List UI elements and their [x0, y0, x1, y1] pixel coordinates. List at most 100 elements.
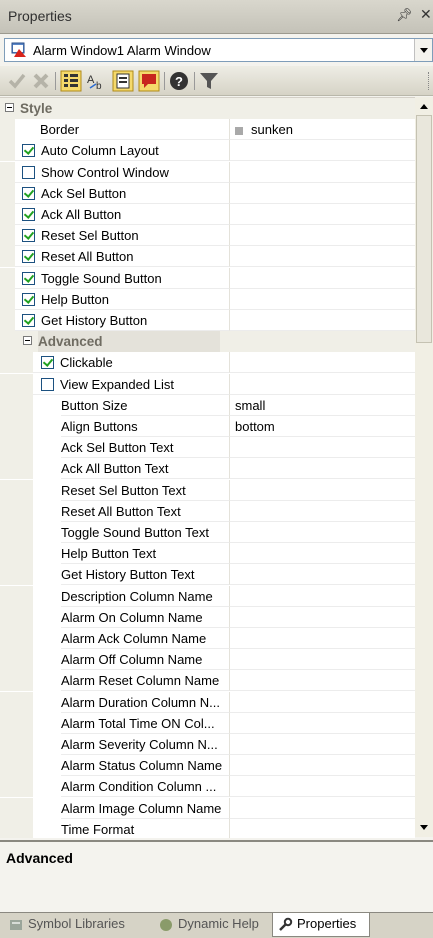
- grid-gutter: [0, 522, 15, 543]
- collapse-icon[interactable]: [5, 103, 14, 112]
- color-swatch: [235, 126, 243, 135]
- wrench-icon: [279, 917, 293, 931]
- property-checkbox[interactable]: [22, 314, 35, 327]
- object-selector[interactable]: Alarm Window1 Alarm Window: [4, 38, 433, 62]
- property-checkbox[interactable]: [22, 144, 35, 158]
- property-value[interactable]: [229, 310, 415, 331]
- property-value[interactable]: [229, 712, 415, 734]
- events-icon[interactable]: [138, 70, 160, 92]
- property-checkbox[interactable]: [22, 271, 35, 285]
- property-row: Button Size small: [0, 394, 415, 416]
- cross-icon[interactable]: [30, 70, 52, 92]
- property-value[interactable]: bottom: [229, 416, 415, 437]
- svg-text:A: A: [87, 74, 95, 86]
- toolbar-grip: [428, 72, 431, 90]
- property-row: Help Button: [0, 288, 415, 310]
- properties-icon[interactable]: [112, 70, 134, 92]
- property-grid: Style Border sunken Auto Column Layout Show …: [0, 97, 415, 838]
- property-checkbox[interactable]: [22, 208, 35, 221]
- property-value[interactable]: [229, 500, 415, 522]
- property-value[interactable]: [229, 606, 415, 628]
- property-label: Ack Sel Button: [41, 185, 127, 201]
- property-value[interactable]: [229, 182, 415, 204]
- property-value[interactable]: [229, 437, 415, 459]
- property-value[interactable]: small: [229, 394, 415, 416]
- property-value[interactable]: [229, 797, 415, 819]
- property-value[interactable]: [229, 670, 415, 692]
- property-checkbox[interactable]: [22, 229, 35, 243]
- property-value[interactable]: [229, 140, 415, 162]
- property-checkbox[interactable]: [22, 165, 35, 179]
- property-label: Alarm Image Column Name: [61, 798, 229, 819]
- grid-gutter: [0, 267, 15, 289]
- property-checkbox[interactable]: [22, 250, 35, 264]
- chevron-down-icon[interactable]: [414, 39, 432, 61]
- property-value[interactable]: [229, 734, 415, 755]
- property-checkbox[interactable]: [22, 292, 35, 306]
- scroll-thumb[interactable]: [416, 115, 432, 343]
- grid-scrollbar[interactable]: [415, 97, 433, 837]
- property-label: Get History Button Text: [61, 564, 229, 586]
- grid-gutter: [0, 628, 15, 649]
- check-icon[interactable]: [6, 70, 28, 92]
- property-value[interactable]: [229, 564, 415, 586]
- grid-gutter: [0, 225, 15, 247]
- grid-gutter: [0, 119, 15, 141]
- pin-icon[interactable]: 📌︎: [396, 7, 413, 23]
- property-label: Clickable: [60, 355, 113, 371]
- property-value[interactable]: [229, 691, 415, 713]
- property-value[interactable]: [229, 225, 415, 247]
- grid-gutter: [15, 670, 33, 692]
- grid-gutter: [0, 755, 15, 777]
- grid-gutter: [0, 585, 15, 607]
- alphabetical-icon[interactable]: Ab: [86, 70, 108, 92]
- property-value[interactable]: [229, 628, 415, 649]
- property-checkbox[interactable]: [41, 356, 54, 370]
- tab-dynamic-help[interactable]: Dynamic Help: [154, 913, 272, 937]
- property-row: Ack All Button: [0, 204, 415, 225]
- property-checkbox[interactable]: [41, 377, 54, 391]
- property-value[interactable]: [229, 246, 415, 268]
- property-value[interactable]: [229, 161, 415, 183]
- scroll-up-icon[interactable]: [415, 97, 433, 115]
- categorized-icon[interactable]: [60, 70, 82, 92]
- toolbar-separator: [55, 72, 56, 90]
- property-value-text: small: [235, 397, 266, 413]
- property-value[interactable]: [229, 288, 415, 310]
- property-label: Alarm Status Column Name: [61, 755, 229, 777]
- property-value[interactable]: [229, 373, 415, 395]
- property-label: Toggle Sound Button Text: [61, 522, 229, 543]
- property-value[interactable]: [229, 458, 415, 480]
- property-row: Toggle Sound Button Text: [0, 522, 415, 543]
- tab-label: Symbol Libraries: [28, 916, 125, 931]
- property-value[interactable]: [229, 352, 415, 374]
- grid-gutter: [0, 712, 15, 734]
- property-value[interactable]: [229, 755, 415, 777]
- grid-gutter: [0, 182, 15, 204]
- property-value[interactable]: [229, 267, 415, 289]
- property-value[interactable]: [229, 543, 415, 565]
- grid-gutter: [0, 331, 15, 353]
- property-checkbox[interactable]: [22, 186, 35, 200]
- property-row: Border sunken: [0, 119, 415, 141]
- grid-gutter: [15, 416, 33, 437]
- scroll-down-icon[interactable]: [415, 819, 433, 837]
- grid-gutter: [0, 606, 15, 628]
- property-value[interactable]: [229, 649, 415, 671]
- tab-symbol-libraries[interactable]: Symbol Libraries: [4, 913, 154, 937]
- svg-text:b: b: [96, 81, 102, 92]
- close-icon[interactable]: ✕: [420, 6, 432, 23]
- help-icon[interactable]: ?: [168, 70, 190, 92]
- grid-gutter: [0, 649, 15, 671]
- property-value[interactable]: [229, 204, 415, 225]
- property-value[interactable]: [229, 818, 415, 838]
- property-value[interactable]: [229, 522, 415, 543]
- filter-icon[interactable]: [198, 70, 220, 92]
- property-value[interactable]: sunken: [229, 119, 415, 141]
- property-value[interactable]: [229, 479, 415, 501]
- property-label: Alarm Duration Column N...: [61, 692, 229, 713]
- collapse-icon[interactable]: [23, 336, 32, 346]
- tab-properties[interactable]: Properties: [272, 913, 370, 937]
- property-value[interactable]: [229, 776, 415, 798]
- property-value[interactable]: [229, 585, 415, 607]
